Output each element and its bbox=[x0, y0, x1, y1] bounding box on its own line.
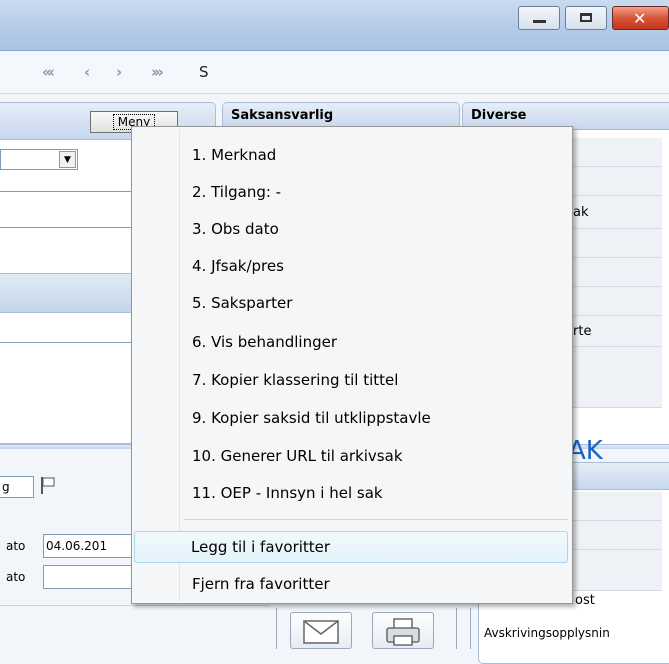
close-button[interactable]: ✕ bbox=[612, 6, 669, 30]
menu-item-generer-url[interactable]: 10. Generer URL til arkivsak bbox=[192, 447, 403, 465]
prev-icon[interactable]: ‹ bbox=[84, 63, 90, 81]
avskriving-label: Avskrivingsopplysnin bbox=[484, 626, 610, 640]
dato-label-1: ato bbox=[6, 539, 26, 553]
diverse-row bbox=[572, 167, 662, 196]
right-bottom-row bbox=[572, 521, 662, 550]
diverse-row bbox=[572, 287, 662, 316]
diverse-row bbox=[572, 347, 662, 408]
diverse-row bbox=[572, 138, 662, 167]
saksansvarlig-title: Saksansvarlig bbox=[231, 108, 334, 123]
right-bottom-row bbox=[572, 492, 662, 521]
menu-item-saksparter[interactable]: 5. Saksparter bbox=[192, 294, 292, 312]
menu-separator bbox=[184, 519, 568, 520]
print-button[interactable] bbox=[372, 612, 434, 649]
printer-icon bbox=[386, 618, 420, 646]
maximize-button[interactable] bbox=[565, 6, 607, 30]
left-small-value: g bbox=[2, 480, 10, 494]
diverse-item: rte bbox=[573, 324, 592, 339]
window-titlebar: ✕ bbox=[0, 0, 669, 51]
right-bottom-ost: ost bbox=[575, 593, 595, 608]
diverse-title: Diverse bbox=[471, 108, 527, 123]
menu-item-oep-innsyn[interactable]: 11. OEP - Innsyn i hel sak bbox=[192, 484, 383, 502]
diverse-row bbox=[572, 258, 662, 287]
last-icon[interactable]: ›» bbox=[151, 63, 164, 81]
diverse-row bbox=[572, 229, 662, 258]
menu-item-vis-behandlinger[interactable]: 6. Vis behandlinger bbox=[192, 333, 337, 351]
left-section-bar bbox=[0, 273, 135, 313]
next-icon[interactable]: › bbox=[116, 63, 122, 81]
left-divider bbox=[0, 342, 135, 343]
menu-item-merknad[interactable]: 1. Merknad bbox=[192, 146, 276, 164]
envelope-icon bbox=[303, 620, 339, 644]
close-icon: ✕ bbox=[633, 9, 647, 28]
context-menu: 1. Merknad 2. Tilgang: - 3. Obs dato 4. … bbox=[131, 126, 573, 604]
dato-value-1: 04.06.201 bbox=[46, 539, 108, 553]
menu-item-kopier-saksid[interactable]: 9. Kopier saksid til utklippstavle bbox=[192, 409, 431, 427]
left-text-field[interactable] bbox=[0, 191, 135, 228]
flag-icon[interactable] bbox=[40, 476, 56, 494]
menu-item-kopier-klassering[interactable]: 7. Kopier klassering til tittel bbox=[192, 371, 398, 389]
bottom-separator bbox=[456, 608, 457, 649]
bottom-separator bbox=[276, 608, 277, 649]
menu-item-obs-dato[interactable]: 3. Obs dato bbox=[192, 220, 279, 238]
bottom-separator bbox=[470, 608, 471, 649]
minimize-icon bbox=[533, 20, 546, 23]
menu-item-legg-til-favoritter[interactable]: Legg til i favoritter bbox=[134, 531, 568, 563]
menu-item-fjern-favoritter[interactable]: Fjern fra favoritter bbox=[192, 575, 330, 593]
toolbar-s-label[interactable]: S bbox=[199, 63, 209, 81]
left-bottom-divider bbox=[0, 605, 270, 606]
dato-label-2: ato bbox=[6, 570, 26, 584]
dato-field-1[interactable]: 04.06.201 bbox=[43, 534, 135, 558]
left-small-field[interactable]: g bbox=[0, 476, 34, 498]
menu-item-tilgang[interactable]: 2. Tilgang: - bbox=[192, 183, 281, 201]
menu-item-jfsak[interactable]: 4. Jfsak/pres bbox=[192, 257, 284, 275]
navigation-toolbar: «‹ ‹ › ›» S bbox=[0, 51, 669, 94]
right-bottom-row bbox=[572, 550, 662, 591]
maximize-icon bbox=[580, 13, 592, 22]
email-button[interactable] bbox=[290, 612, 352, 649]
minimize-button[interactable] bbox=[518, 6, 560, 30]
dato-field-2[interactable] bbox=[43, 565, 135, 589]
diverse-item: ak bbox=[573, 205, 589, 220]
chevron-down-icon[interactable]: ▼ bbox=[59, 151, 76, 168]
first-icon[interactable]: «‹ bbox=[42, 63, 55, 81]
